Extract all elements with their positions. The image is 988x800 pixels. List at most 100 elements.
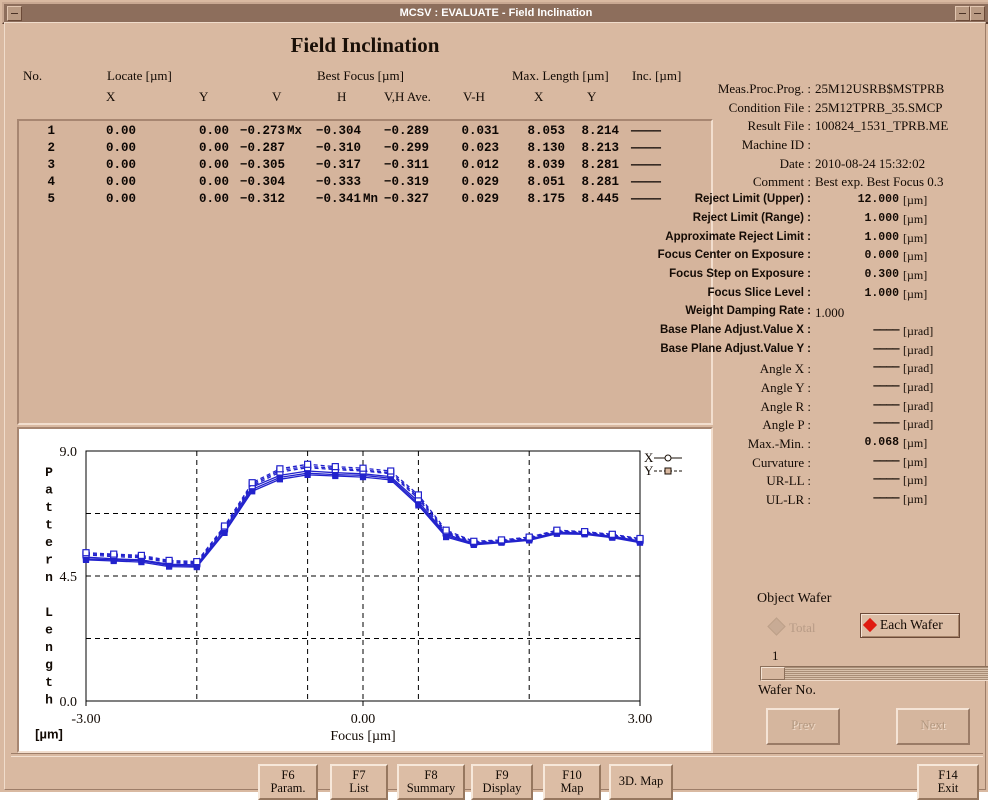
info-value: 12.000 xyxy=(857,193,899,207)
series-marker-circle xyxy=(249,488,256,495)
info-label: Date : xyxy=(779,155,811,171)
table-cell-v-minus-h: 0.029 xyxy=(461,192,499,206)
table-cell-v: −0.305 xyxy=(239,158,285,172)
table-row[interactable]: 3 0.00 0.00 −0.305 −0.317 −0.311 0.012 8.039 8.2… xyxy=(19,158,711,175)
series-marker-circle xyxy=(332,472,339,480)
series-marker-square xyxy=(497,536,506,544)
table-cell-h: −0.341 xyxy=(315,192,361,206)
footer-button-exit[interactable]: F14 Exit xyxy=(917,764,979,800)
footer-button-display[interactable]: F9 Display xyxy=(471,764,533,800)
series-marker-square xyxy=(553,526,561,534)
table-row[interactable]: 2 0.00 0.00 −0.287 −0.310 −0.299 0.023 8.130 8.2… xyxy=(19,141,711,158)
info-value: ———— xyxy=(873,492,899,506)
series-marker-square xyxy=(110,550,118,558)
series-marker-circle xyxy=(138,559,145,566)
series-marker-square xyxy=(636,534,644,543)
table-column-max-x: X xyxy=(534,89,544,104)
wafer-scrollbar-thumb[interactable] xyxy=(761,667,785,680)
table-cell-no: 1 xyxy=(47,124,55,138)
prev-button[interactable]: Prev xyxy=(766,708,840,745)
radio-total[interactable]: Total xyxy=(767,617,816,636)
table-cell-h: −0.304 xyxy=(315,124,361,138)
y-axis-label-char: L xyxy=(45,605,53,620)
y-axis-label-char: e xyxy=(45,535,53,550)
legend-marker-circle xyxy=(664,454,672,462)
series-marker-square xyxy=(414,491,422,499)
window-maximize-button[interactable] xyxy=(970,6,985,21)
info-value: 2010-08-24 15:32:02 xyxy=(815,155,926,171)
info-value: 25M12USRB$MSTPRB xyxy=(815,81,945,96)
footer-button-label: Summary xyxy=(406,781,456,796)
series-marker-square xyxy=(359,464,367,472)
info-row: Result File :100824_1531_TPRB.ME xyxy=(711,118,987,137)
info-row: Curvature : ———— [µm] xyxy=(711,455,987,474)
table-cell-h: −0.333 xyxy=(315,175,361,189)
table-cell-v-minus-h: 0.029 xyxy=(461,175,499,189)
footer-button-summary[interactable]: F8 Summary xyxy=(397,764,465,800)
table-cell-max-x: 8.175 xyxy=(527,192,565,206)
info-label: Result File : xyxy=(747,118,811,134)
object-wafer-title: Object Wafer xyxy=(757,591,832,606)
table-cell-v: −0.312 xyxy=(239,192,285,206)
info-label: Angle P : xyxy=(762,417,811,433)
footer-button-param[interactable]: F6 Param. xyxy=(258,764,318,800)
table-cell-no: 2 xyxy=(47,141,55,155)
table-row[interactable]: 4 0.00 0.00 −0.304 −0.333 −0.319 0.029 8.051 8.2… xyxy=(19,175,711,192)
y-axis-tick-label: 9.0 xyxy=(60,445,78,460)
info-value: ———— xyxy=(873,361,899,375)
table-row[interactable]: 5 0.00 0.00 −0.312 −0.341 Mn −0.327 0.029 8.175 8… xyxy=(19,192,711,209)
info-value: 1.000 xyxy=(864,211,899,225)
info-unit: [µrad] xyxy=(903,398,934,413)
info-label: Angle X : xyxy=(759,361,811,377)
info-value: 1.000 xyxy=(864,230,899,244)
info-row: Weight Damping Rate : 1.000 xyxy=(685,305,987,324)
footer-button-map[interactable]: F10 Map xyxy=(543,764,601,800)
y-axis-label-char: r xyxy=(45,553,53,568)
table-cell-locate-x: 0.00 xyxy=(105,175,136,189)
info-row: Angle Y : ———— [µrad] xyxy=(711,380,987,399)
table-cell-locate-x: 0.00 xyxy=(105,158,136,172)
info-value: 0.300 xyxy=(864,267,899,281)
radio-each-wafer[interactable]: Each Wafer xyxy=(860,613,960,638)
wafer-scrollbar[interactable] xyxy=(760,666,988,681)
radio-each-wafer-diamond-icon xyxy=(862,617,878,633)
page-title: Field Inclination xyxy=(290,33,440,57)
info-label: Meas.Proc.Prog. : xyxy=(717,81,811,96)
x-axis-tick-label: 3.00 xyxy=(628,712,653,727)
pattern-length-graph-panel[interactable]: 0.0 4.5 9.0 -3.00 0.00 3.00 Focus [µm] Pa t t e r n L… xyxy=(17,427,713,753)
info-value: ———— xyxy=(873,342,899,356)
table-column-v-minus-h: V-H xyxy=(463,89,485,104)
info-value: 25M12TPRB_35.SMCP xyxy=(815,99,943,115)
y-axis-label-char: t xyxy=(45,500,53,515)
info-label: Focus Center on Exposure : xyxy=(657,249,811,262)
y-axis-tick-label: 0.0 xyxy=(60,695,78,710)
results-table-panel[interactable]: 1 0.00 0.00 −0.273 Mx −0.304 −0.289 0.031 8.053 8… xyxy=(17,119,713,425)
info-label: Weight Damping Rate : xyxy=(685,305,811,318)
footer-button-label: Display xyxy=(482,781,522,796)
table-cell-v: −0.304 xyxy=(239,175,285,189)
series-marker-circle xyxy=(82,556,90,564)
table-cell-vh-ave: −0.311 xyxy=(383,158,429,172)
y-axis-unit: [µm] xyxy=(35,727,63,742)
footer-button-3d-map[interactable]: 3D. Map xyxy=(609,764,673,800)
measurement-info-panel: Meas.Proc.Prog. : 25M12USRB$MSTPRB Conditi… xyxy=(658,81,987,507)
info-value: 1.000 xyxy=(815,305,845,321)
x-axis-tick-label: 0.00 xyxy=(351,712,376,727)
table-cell-locate-x: 0.00 xyxy=(105,141,136,155)
table-cell-max-y: 8.281 xyxy=(581,158,619,172)
x-axis-tick-label: -3.00 xyxy=(71,712,100,727)
info-unit: [µm] xyxy=(903,211,928,226)
info-unit: [µrad] xyxy=(903,323,934,338)
info-label: Comment : xyxy=(752,174,811,190)
info-label: Curvature : xyxy=(752,454,811,470)
table-row[interactable]: 1 0.00 0.00 −0.273 Mx −0.304 −0.289 0.031 8.053 8… xyxy=(19,124,711,141)
footer-button-list[interactable]: F7 List xyxy=(330,764,388,800)
application-window: MCSV : EVALUATE - Field Inclination Fiel… xyxy=(0,0,988,800)
info-label: Max.-Min. : xyxy=(747,436,811,452)
y-axis-label-char: t xyxy=(45,675,53,690)
info-value: Best exp. Best Focus 0.3 xyxy=(815,174,944,190)
info-row: Date :2010-08-24 15:32:02 xyxy=(711,156,987,175)
next-button[interactable]: Next xyxy=(896,708,970,745)
window-minimize-button[interactable] xyxy=(955,6,970,21)
series-marker-circle xyxy=(304,471,311,478)
